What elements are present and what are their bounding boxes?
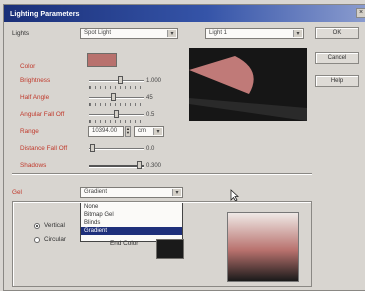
range-spinner[interactable]: ▲ ▼ — [125, 126, 131, 137]
shadows-value: 0.300 — [146, 163, 162, 169]
distance-falloff-slider-track[interactable] — [89, 148, 144, 150]
light-type-select[interactable]: Spot Light ▾ — [80, 28, 178, 39]
gel-select[interactable]: Gradient ▾ — [80, 187, 183, 198]
half-angle-value: 45 — [146, 95, 153, 101]
half-angle-slider-thumb[interactable] — [111, 93, 116, 101]
circular-label: Circular — [44, 236, 67, 243]
vertical-radio[interactable] — [34, 223, 40, 229]
distance-falloff-slider-thumb[interactable] — [90, 144, 95, 152]
lights-label: Lights — [12, 30, 30, 37]
dialog-title: Lighting Parameters — [10, 9, 80, 18]
end-color-label: End Color — [110, 240, 139, 247]
brightness-slider-thumb[interactable] — [118, 76, 123, 84]
angular-falloff-slider-thumb[interactable] — [114, 110, 119, 118]
shadows-slider-thumb[interactable] — [137, 161, 142, 169]
circular-radio[interactable] — [34, 237, 40, 243]
half-angle-ticks — [89, 103, 144, 106]
chevron-down-icon[interactable]: ▾ — [293, 30, 302, 37]
chevron-down-icon[interactable]: ▾ — [167, 30, 176, 37]
brightness-label: Brightness — [20, 77, 51, 84]
light-color-swatch[interactable] — [87, 53, 117, 67]
range-unit-select[interactable]: cm ▾ — [134, 126, 164, 137]
cancel-button[interactable]: Cancel — [315, 52, 359, 64]
distance-falloff-label: Distance Fall Off — [20, 145, 68, 152]
gel-label: Gel — [12, 189, 22, 196]
light-preview — [189, 48, 307, 121]
color-label: Color — [20, 63, 36, 70]
gradient-preview — [227, 212, 299, 282]
brightness-value: 1.000 — [146, 78, 162, 84]
vertical-label: Vertical — [44, 222, 65, 229]
ok-button[interactable]: OK — [315, 27, 359, 39]
title-bar[interactable]: Lighting Parameters × — [4, 5, 365, 22]
help-button[interactable]: Help — [315, 75, 359, 87]
chevron-down-icon[interactable]: ▾ — [153, 128, 162, 135]
distance-falloff-value: 0.0 — [146, 146, 155, 152]
light-name-select[interactable]: Light 1 ▾ — [205, 28, 304, 39]
brightness-slider-track[interactable] — [89, 80, 144, 82]
range-label: Range — [20, 128, 39, 135]
shadows-slider-track[interactable] — [89, 165, 144, 168]
angular-falloff-value: 0.5 — [146, 112, 155, 118]
close-button[interactable]: × — [356, 8, 365, 18]
lighting-parameters-dialog: Lighting Parameters × Lights Spot Light … — [3, 4, 365, 291]
half-angle-label: Half Angle — [20, 94, 50, 101]
separator — [12, 173, 312, 175]
range-input[interactable]: 10394.00 — [88, 126, 124, 137]
angular-falloff-ticks — [89, 120, 144, 123]
brightness-ticks — [89, 86, 144, 89]
end-color-swatch[interactable] — [156, 239, 184, 259]
chevron-down-icon[interactable]: ▾ — [172, 189, 181, 196]
half-angle-slider-track[interactable] — [89, 97, 144, 99]
shadows-label: Shadows — [20, 162, 47, 169]
angular-falloff-label: Angular Fall Off — [20, 111, 65, 118]
